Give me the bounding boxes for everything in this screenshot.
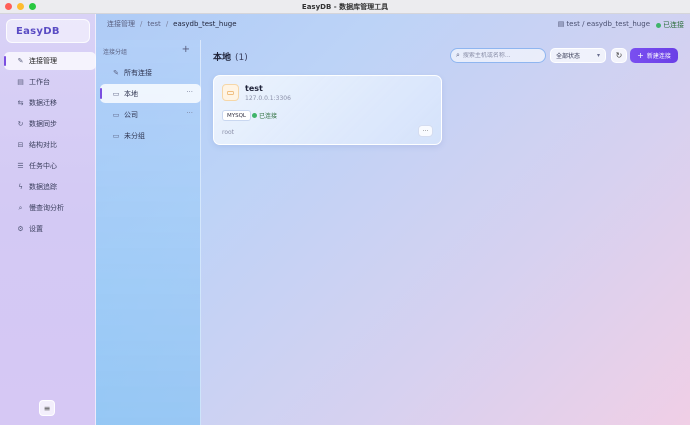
list-icon: ☰ — [17, 162, 24, 170]
breadcrumb-item-database: easydb_test_huge — [173, 20, 237, 28]
sidebar-item-label: 工作台 — [29, 78, 50, 86]
group-item-label: 公司 — [124, 110, 138, 119]
status-filter-select[interactable]: 全部状态 ▾ — [550, 48, 606, 63]
brand-logo[interactable]: EasyDB — [6, 19, 90, 43]
chevron-down-icon: ▾ — [596, 52, 600, 59]
breadcrumb-item-connections[interactable]: 连接管理 — [107, 19, 135, 29]
window-controls — [5, 3, 36, 10]
more-icon: ··· — [422, 127, 429, 135]
sidebar-item-label: 设置 — [29, 225, 43, 233]
refresh-button[interactable]: ↻ — [611, 48, 627, 63]
search-box[interactable]: ⌕ — [450, 48, 546, 63]
sidebar-item-label: 任务中心 — [29, 162, 57, 170]
gear-icon: ⚙ — [17, 225, 24, 233]
breadcrumb: 连接管理 / test / easydb_test_huge ▤ test / … — [96, 14, 690, 34]
menu-icon: ≡ — [43, 403, 51, 413]
search-input[interactable] — [462, 52, 543, 59]
connection-state-label: 已连接 — [259, 113, 278, 120]
group-item-label: 本地 — [124, 89, 138, 98]
sidebar-item-label: 数据同步 — [29, 120, 57, 128]
sidebar-item-label: 连接管理 — [29, 57, 57, 65]
db-type-badge: MYSQL — [222, 110, 251, 121]
group-item-label: 所有连接 — [124, 68, 152, 77]
group-more-button[interactable]: ··· — [186, 109, 193, 117]
current-database-path: test / easydb_test_huge — [566, 20, 650, 28]
sidebar-item-label: 慢查询分析 — [29, 204, 64, 212]
current-database[interactable]: ▤ test / easydb_test_huge — [558, 20, 650, 28]
sidebar-nav: ✎ 连接管理 ▤ 工作台 ⇆ 数据迁移 ↻ 数据同步 ⊟ 结构对比 ☰ 任务中心… — [4, 52, 96, 241]
plus-icon: + — [637, 51, 644, 60]
folder-icon: ▭ — [112, 89, 120, 98]
sidebar-item-sync[interactable]: ↻ 数据同步 — [4, 115, 96, 133]
group-item-local[interactable]: ▭ 本地 ··· — [100, 84, 201, 103]
monitor-icon: ▭ — [222, 84, 239, 101]
sidebar-item-tracking[interactable]: ϟ 数据追踪 — [4, 178, 96, 196]
connection-host: 127.0.0.1:3306 — [245, 95, 291, 102]
group-item-ungrouped[interactable]: ▭ 未分组 — [100, 126, 201, 145]
status-dot-icon — [252, 113, 257, 118]
sidebar-item-label: 结构对比 — [29, 141, 57, 149]
plug-icon: ✎ — [17, 57, 24, 65]
group-item-company[interactable]: ▭ 公司 ··· — [100, 105, 201, 124]
group-panel: 连接分组 + ✎ 所有连接 ▭ 本地 ··· ▭ 公司 ··· ▭ 未分组 — [96, 40, 201, 425]
breadcrumb-separator: / — [140, 20, 143, 28]
sidebar-item-label: 数据追踪 — [29, 183, 57, 191]
search-icon: ⌕ — [456, 51, 460, 59]
sidebar-item-slow-query[interactable]: ⌕ 慢查询分析 — [4, 199, 96, 217]
sidebar: EasyDB ✎ 连接管理 ▤ 工作台 ⇆ 数据迁移 ↻ 数据同步 ⊟ 结构对比… — [0, 14, 96, 425]
add-group-button[interactable]: + — [182, 44, 190, 55]
connection-card[interactable]: ▭ test 127.0.0.1:3306 MYSQL 已连接 root ··· — [213, 75, 442, 145]
breadcrumb-item-connection[interactable]: test — [147, 20, 160, 28]
close-window-button[interactable] — [5, 3, 12, 10]
table-icon: ▤ — [17, 78, 24, 86]
bolt-icon: ϟ — [18, 183, 23, 191]
window-titlebar: EasyDB - 数据库管理工具 — [0, 0, 690, 14]
status-filter-value: 全部状态 — [556, 53, 581, 60]
page-title-text: 本地 — [213, 53, 232, 63]
maximize-window-button[interactable] — [29, 3, 36, 10]
sidebar-collapse-button[interactable]: ≡ — [39, 400, 55, 416]
compare-icon: ⊟ — [17, 141, 24, 149]
group-item-all[interactable]: ✎ 所有连接 — [100, 63, 201, 82]
page-title: 本地 (1) — [213, 50, 248, 63]
connection-status: 已连接 — [656, 20, 684, 30]
sidebar-item-workbench[interactable]: ▤ 工作台 — [4, 73, 96, 91]
folder-icon: ▭ — [112, 110, 120, 119]
connection-user: root — [222, 129, 235, 136]
sidebar-item-tasks[interactable]: ☰ 任务中心 — [4, 157, 96, 175]
sidebar-item-label: 数据迁移 — [29, 99, 57, 107]
sync-icon: ↻ — [17, 120, 24, 128]
card-more-button[interactable]: ··· — [418, 125, 433, 137]
connection-status-label: 已连接 — [663, 21, 684, 29]
search-icon: ⌕ — [18, 203, 23, 212]
link-icon: ✎ — [113, 68, 119, 77]
group-more-button[interactable]: ··· — [186, 88, 193, 96]
connection-name: test — [245, 84, 263, 93]
new-connection-button[interactable]: + 新建连接 — [630, 48, 678, 63]
folder-icon: ▭ — [112, 131, 120, 140]
group-list: ✎ 所有连接 ▭ 本地 ··· ▭ 公司 ··· ▭ 未分组 — [100, 63, 201, 147]
breadcrumb-separator: / — [165, 20, 169, 28]
window-title: EasyDB - 数据库管理工具 — [301, 2, 389, 11]
refresh-icon: ↻ — [615, 51, 623, 60]
migrate-icon: ⇆ — [17, 99, 24, 107]
connection-state: 已连接 — [252, 111, 277, 120]
brand-name: EasyDB — [16, 25, 60, 37]
sidebar-item-schema-compare[interactable]: ⊟ 结构对比 — [4, 136, 96, 154]
group-item-label: 未分组 — [124, 131, 145, 140]
sidebar-item-settings[interactable]: ⚙ 设置 — [4, 220, 96, 238]
group-panel-title: 连接分组 — [103, 49, 128, 56]
new-connection-label: 新建连接 — [646, 53, 671, 60]
minimize-window-button[interactable] — [17, 3, 24, 10]
database-icon: ▤ — [557, 20, 565, 28]
sidebar-item-connections[interactable]: ✎ 连接管理 — [4, 52, 96, 70]
sidebar-item-migration[interactable]: ⇆ 数据迁移 — [4, 94, 96, 112]
status-dot-icon — [656, 22, 661, 28]
connection-count: (1) — [235, 53, 248, 63]
